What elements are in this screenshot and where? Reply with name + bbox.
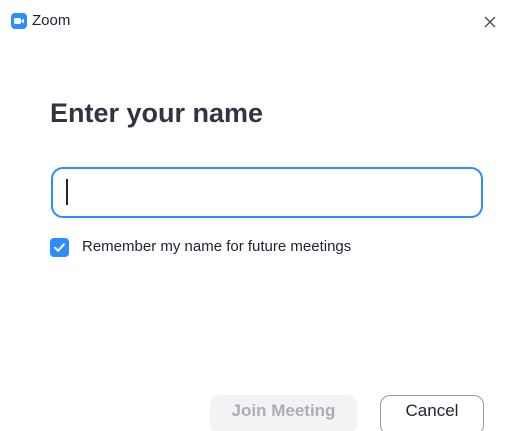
window-title: Zoom <box>32 12 71 29</box>
checkmark-icon <box>54 242 65 252</box>
remember-name-option[interactable]: Remember my name for future meetings <box>50 236 351 258</box>
dialog-heading: Enter your name <box>50 98 264 128</box>
join-meeting-label: Join Meeting <box>231 401 336 420</box>
cancel-label: Cancel <box>405 401 459 420</box>
name-input[interactable] <box>51 167 483 218</box>
zoom-camera-icon <box>11 13 27 29</box>
remember-name-label: Remember my name for future meetings <box>82 238 352 255</box>
text-caret <box>66 179 68 205</box>
join-meeting-button[interactable]: Join Meeting <box>210 395 357 431</box>
close-icon <box>484 16 496 28</box>
remember-name-checkbox[interactable] <box>50 237 69 257</box>
close-button[interactable] <box>476 8 504 36</box>
zoom-name-dialog: Zoom Enter your name Remember my name fo… <box>0 0 508 431</box>
title-bar: Zoom <box>0 0 508 40</box>
cancel-button[interactable]: Cancel <box>380 395 484 431</box>
